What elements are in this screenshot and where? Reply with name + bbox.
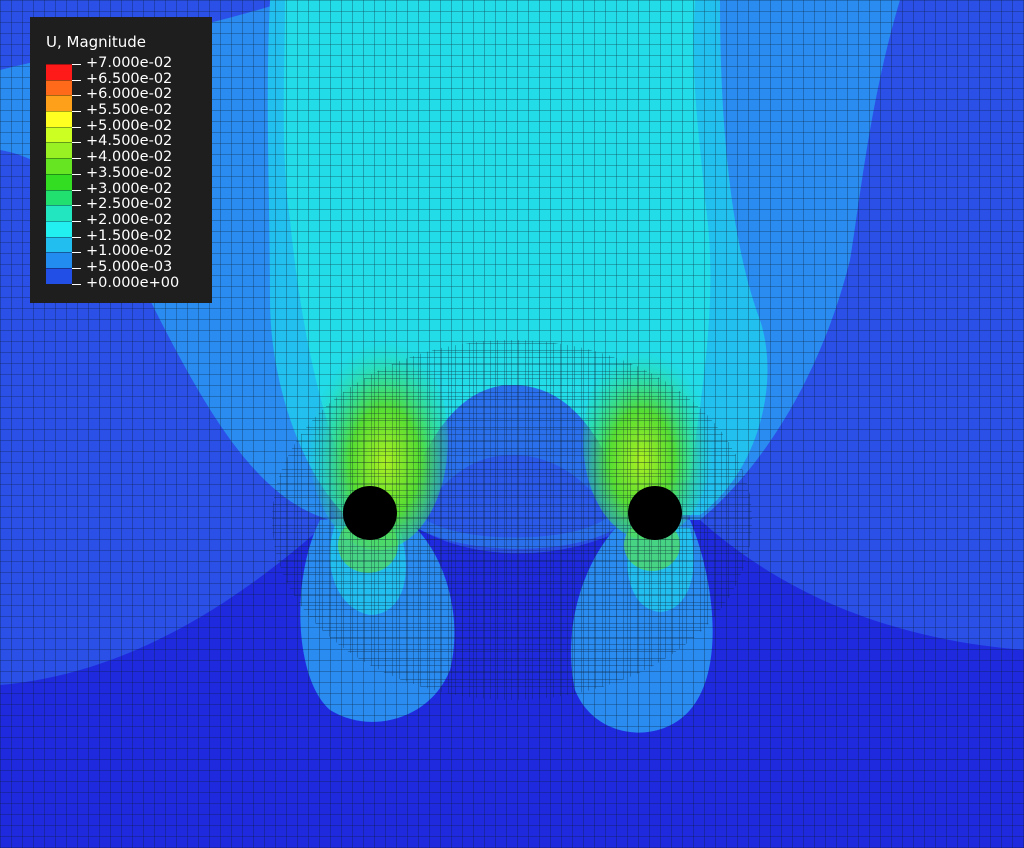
legend-swatch: [46, 64, 72, 80]
contour-viewport: U, Magnitude +7.000e-02 +6.500e-02 +6.000e…: [0, 0, 1024, 848]
contour-legend: U, Magnitude +7.000e-02 +6.500e-02 +6.000e…: [30, 17, 212, 303]
legend-swatch: [46, 220, 72, 237]
legend-label: +6.500e-02: [72, 71, 212, 88]
legend-swatch: [46, 173, 72, 190]
legend-swatch: [46, 79, 72, 96]
legend-swatch: [46, 142, 72, 159]
legend-labels: +7.000e-02 +6.500e-02 +6.000e-02 +5.500e-02…: [72, 55, 212, 292]
legend-swatch: [46, 111, 72, 127]
legend-label: +2.500e-02: [72, 196, 212, 213]
legend-label: +3.000e-02: [72, 181, 212, 198]
legend-swatch: [46, 205, 72, 221]
legend-label: +3.500e-02: [72, 165, 212, 182]
legend-label: +6.000e-02: [72, 87, 212, 103]
legend-swatch: [46, 95, 72, 112]
legend-label: +2.000e-02: [72, 212, 212, 229]
left-hole: [343, 486, 397, 540]
legend-swatch: [46, 236, 72, 253]
legend-label: +7.000e-02: [72, 55, 212, 72]
legend-label: +5.000e-02: [72, 118, 212, 135]
legend-title: U, Magnitude: [46, 33, 146, 51]
right-hole: [628, 486, 682, 540]
legend-label: +1.000e-02: [72, 244, 212, 260]
legend-swatch: [46, 252, 72, 268]
legend-swatches: [46, 64, 72, 284]
legend-label: +0.000e+00: [72, 275, 212, 292]
legend-label: +5.000e-03: [72, 259, 212, 276]
legend-swatch: [46, 189, 72, 206]
legend-swatch: [46, 126, 72, 143]
legend-swatch: [46, 158, 72, 174]
legend-label: +4.000e-02: [72, 149, 212, 166]
legend-label: +5.500e-02: [72, 102, 212, 119]
legend-swatch: [46, 267, 72, 284]
legend-label: +4.500e-02: [72, 134, 212, 150]
legend-label: +1.500e-02: [72, 228, 212, 245]
